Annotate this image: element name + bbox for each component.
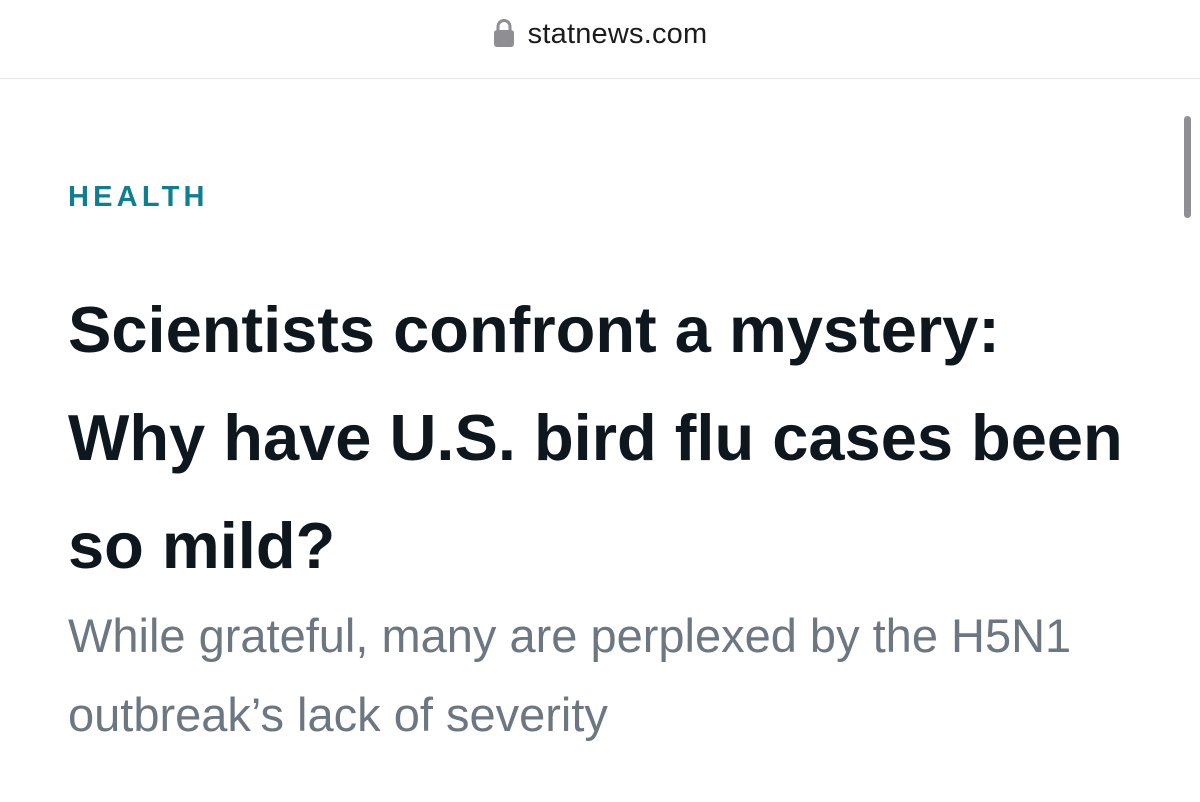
url-display[interactable]: statnews.com — [0, 14, 1200, 54]
article-subheadline: While grateful, many are perplexed by th… — [68, 609, 1072, 741]
category-label[interactable]: HEALTH — [68, 181, 209, 214]
vertical-scrollbar[interactable] — [1184, 116, 1191, 218]
article-headline: Scientists confront a mystery: Why have … — [68, 293, 1123, 582]
url-text: statnews.com — [527, 17, 708, 50]
address-bar[interactable]: statnews.com — [0, 0, 1200, 79]
lock-icon — [493, 19, 514, 47]
